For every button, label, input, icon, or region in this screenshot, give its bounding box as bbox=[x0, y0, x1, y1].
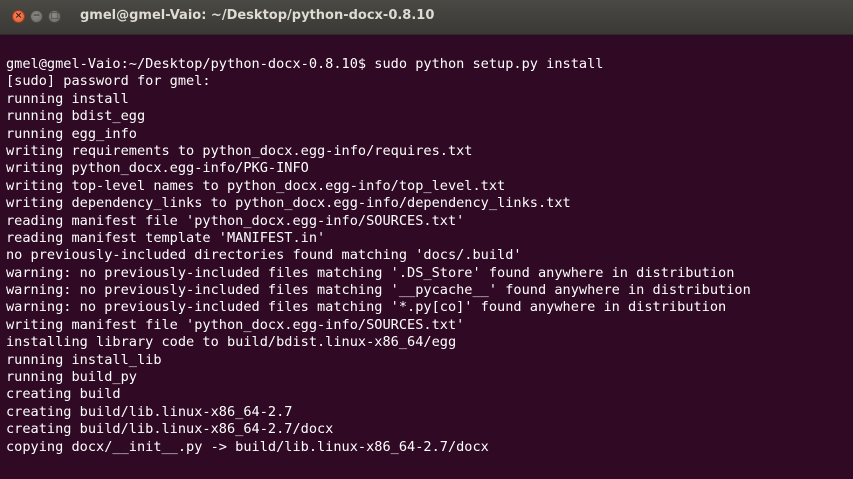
terminal-line: writing python_docx.egg-info/PKG-INFO bbox=[6, 160, 309, 177]
terminal-line: writing requirements to python_docx.egg-… bbox=[6, 142, 473, 159]
terminal-output[interactable]: gmel@gmel-Vaio:~/Desktop/python-docx-0.8… bbox=[0, 35, 853, 479]
terminal-line: creating build/lib.linux-x86_64-2.7 bbox=[6, 403, 293, 420]
minimize-icon[interactable]: − bbox=[30, 10, 43, 23]
terminal-line: reading manifest template 'MANIFEST.in' bbox=[6, 229, 326, 246]
terminal-line: no previously-included directories found… bbox=[6, 247, 522, 264]
terminal-line: writing manifest file 'python_docx.egg-i… bbox=[6, 316, 465, 333]
terminal-line: writing top-level names to python_docx.e… bbox=[6, 177, 506, 194]
terminal-line: warning: no previously-included files ma… bbox=[6, 282, 751, 299]
terminal-line: warning: no previously-included files ma… bbox=[6, 264, 735, 281]
terminal-line: running bdist_egg bbox=[6, 108, 146, 125]
terminal-line: running build_py bbox=[6, 369, 137, 386]
terminal-line: warning: no previously-included files ma… bbox=[6, 299, 727, 316]
title-bar[interactable]: × − □ gmel@gmel-Vaio: ~/Desktop/python-d… bbox=[0, 0, 853, 35]
window-title: gmel@gmel-Vaio: ~/Desktop/python-docx-0.… bbox=[80, 8, 435, 23]
terminal-window: × − □ gmel@gmel-Vaio: ~/Desktop/python-d… bbox=[0, 0, 853, 479]
terminal-line: writing dependency_links to python_docx.… bbox=[6, 195, 571, 212]
terminal-line: gmel@gmel-Vaio:~/Desktop/python-docx-0.8… bbox=[6, 56, 604, 72]
terminal-line: running install bbox=[6, 90, 129, 107]
terminal-line: reading manifest file 'python_docx.egg-i… bbox=[6, 212, 465, 229]
terminal-line: creating build bbox=[6, 386, 121, 403]
close-icon[interactable]: × bbox=[12, 10, 25, 23]
terminal-line: running egg_info bbox=[6, 125, 137, 142]
terminal-line: running install_lib bbox=[6, 351, 162, 368]
terminal-line: creating build/lib.linux-x86_64-2.7/docx bbox=[6, 421, 334, 438]
terminal-line: copying docx/__init__.py -> build/lib.li… bbox=[6, 438, 489, 455]
maximize-icon[interactable]: □ bbox=[48, 10, 61, 23]
terminal-line: installing library code to build/bdist.l… bbox=[6, 334, 457, 351]
terminal-line: [sudo] password for gmel: bbox=[6, 73, 211, 90]
